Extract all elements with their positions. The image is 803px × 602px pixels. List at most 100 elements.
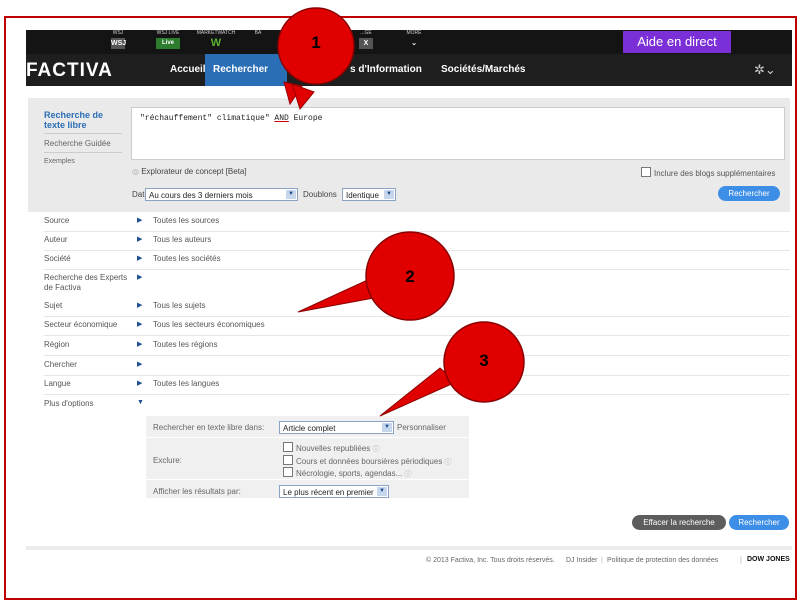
copyright-text: © 2013 Factiva, Inc. Tous droits réservé… bbox=[426, 557, 555, 564]
search-button-bottom[interactable]: Rechercher bbox=[729, 515, 789, 530]
filter-label: Chercher bbox=[44, 360, 77, 369]
live-icon: Live bbox=[156, 38, 180, 49]
chevron-down-icon: ⌄ bbox=[411, 40, 417, 47]
checkbox-icon bbox=[641, 167, 651, 177]
display-results-value: Le plus récent en premier bbox=[283, 488, 374, 497]
checkbox-icon bbox=[283, 455, 293, 465]
filter-value: Toutes les régions bbox=[153, 340, 218, 349]
dj-insider-link[interactable]: DJ Insider bbox=[566, 557, 598, 564]
callout-1-number: 1 bbox=[311, 33, 321, 52]
filter-label: Sujet bbox=[44, 301, 63, 310]
callout-3-number: 3 bbox=[479, 351, 489, 370]
concept-explorer-link[interactable]: ◎ Explorateur de concept [Beta] bbox=[132, 167, 247, 176]
divider bbox=[146, 479, 469, 480]
exclude-label: Exclure: bbox=[153, 456, 182, 465]
date-value: Au cours des 3 derniers mois bbox=[149, 191, 253, 200]
marketwatch-label: MARKETWATCH bbox=[196, 30, 236, 36]
search-query-input[interactable]: "réchauffement" climatique" AND Europe bbox=[131, 107, 785, 160]
live-help-button[interactable]: Aide en direct bbox=[623, 31, 731, 53]
filter-label: Langue bbox=[44, 379, 71, 388]
chevron-down-icon: ▼ bbox=[286, 190, 296, 199]
free-text-search-tab[interactable]: Recherche de texte libre bbox=[44, 110, 114, 130]
footer-divider bbox=[26, 546, 792, 550]
guided-search-tab[interactable]: Recherche Guidée bbox=[44, 139, 111, 148]
duplicates-value: Identique bbox=[346, 191, 379, 200]
examples-link[interactable]: Exemples bbox=[44, 158, 75, 165]
collapse-arrow-icon: ▼ bbox=[137, 399, 144, 406]
wsj-label: WSJ bbox=[112, 30, 124, 36]
clear-search-button[interactable]: Effacer la recherche bbox=[632, 515, 726, 530]
marketwatch-icon: W bbox=[210, 37, 222, 49]
more-menu[interactable]: MORE ⌄ bbox=[394, 30, 434, 49]
checkbox-icon bbox=[283, 442, 293, 452]
callout-1-icon bbox=[277, 7, 355, 111]
filter-label: Plus d'options bbox=[44, 399, 94, 408]
include-blogs-label: Inclure des blogs supplémentaires bbox=[654, 169, 776, 178]
filter-value: Toutes les sociétés bbox=[153, 254, 221, 263]
callout-2-number: 2 bbox=[405, 267, 415, 286]
filter-label: Secteur économique bbox=[44, 320, 118, 329]
expand-arrow-icon: ▶ bbox=[137, 361, 143, 368]
exclude-label-text: Nouvelles republiées bbox=[296, 444, 371, 453]
search-in-label: Rechercher en texte libre dans: bbox=[153, 423, 265, 432]
expand-arrow-icon: ▶ bbox=[137, 341, 143, 348]
expand-arrow-icon: ▶ bbox=[137, 321, 143, 328]
date-select[interactable]: Au cours des 3 derniers mois ▼ bbox=[145, 188, 298, 201]
factiva-logo[interactable]: FACTIVA bbox=[26, 60, 113, 82]
wsj-live-label: WSJ LIVE bbox=[156, 30, 180, 36]
exclude-obituaries-checkbox[interactable]: Nécrologie, sports, agendas... ⓘ bbox=[283, 467, 412, 479]
personalize-link[interactable]: Personnaliser bbox=[397, 423, 446, 432]
filter-label: Recherche des Experts de Factiva bbox=[44, 273, 128, 292]
footer-separator: | bbox=[740, 557, 742, 564]
ba-label: BA bbox=[254, 30, 262, 36]
dow-jones-logo: DOW JONES bbox=[747, 556, 790, 563]
exclude-label-text: Nécrologie, sports, agendas... bbox=[296, 469, 403, 478]
wsj-live-link[interactable]: WSJ LIVE Live bbox=[148, 30, 188, 49]
info-icon: ⓘ bbox=[444, 459, 452, 466]
exclude-republished-checkbox[interactable]: Nouvelles republiées ⓘ bbox=[283, 442, 380, 454]
expand-arrow-icon: ▶ bbox=[137, 274, 143, 281]
checkbox-icon bbox=[283, 467, 293, 477]
display-results-select[interactable]: Le plus récent en premier ▼ bbox=[279, 485, 389, 498]
nav-companies-markets[interactable]: Sociétés/Marchés bbox=[433, 54, 534, 86]
filter-label: Société bbox=[44, 254, 71, 263]
marketwatch-link[interactable]: MARKETWATCH W bbox=[196, 30, 236, 49]
expand-arrow-icon: ▶ bbox=[137, 236, 143, 243]
duplicates-select[interactable]: Identique ▼ bbox=[342, 188, 396, 201]
chevron-down-icon: ▼ bbox=[382, 423, 392, 432]
callout-3-icon bbox=[379, 321, 525, 417]
display-results-label: Afficher les résultats par: bbox=[153, 487, 241, 496]
search-button-top[interactable]: Rechercher bbox=[718, 186, 780, 201]
include-blogs-checkbox[interactable]: Inclure des blogs supplémentaires bbox=[641, 167, 775, 178]
chevron-down-icon: ▼ bbox=[377, 487, 387, 496]
expand-arrow-icon: ▶ bbox=[137, 380, 143, 387]
radio-icon: ◎ bbox=[132, 167, 142, 176]
gear-icon[interactable]: ✲⌄ bbox=[754, 62, 776, 78]
expand-arrow-icon: ▶ bbox=[137, 217, 143, 224]
search-in-select[interactable]: Article complet ▼ bbox=[279, 421, 394, 434]
duplicates-label: Doublons bbox=[303, 190, 337, 199]
filter-label: Auteur bbox=[44, 235, 68, 244]
query-operator: AND bbox=[274, 114, 289, 123]
exclude-market-data-checkbox[interactable]: Cours et données boursières périodiques … bbox=[283, 455, 452, 467]
privacy-link[interactable]: Politique de protection des données bbox=[607, 557, 718, 564]
filter-value: Toutes les langues bbox=[153, 379, 220, 388]
info-icon: ⓘ bbox=[404, 471, 412, 478]
query-text: "réchauffement" climatique" bbox=[140, 114, 275, 123]
chevron-down-icon: ▼ bbox=[384, 190, 394, 199]
wsj-link[interactable]: WSJ WSJ bbox=[98, 30, 138, 49]
expand-arrow-icon: ▶ bbox=[137, 302, 143, 309]
divider bbox=[44, 133, 122, 134]
more-label: MORE bbox=[406, 30, 422, 36]
filter-value: Tous les sujets bbox=[153, 301, 206, 310]
search-in-value: Article complet bbox=[283, 424, 336, 433]
footer-separator: | bbox=[601, 557, 603, 564]
filter-label: Source bbox=[44, 216, 70, 225]
callout-2-icon bbox=[297, 231, 455, 321]
divider bbox=[146, 437, 469, 438]
concept-explorer-label: Explorateur de concept [Beta] bbox=[141, 167, 247, 176]
wsj-icon: WSJ bbox=[111, 38, 127, 49]
divider bbox=[44, 152, 122, 153]
filter-value: Toutes les sources bbox=[153, 216, 220, 225]
query-text-end: Europe bbox=[288, 114, 323, 123]
